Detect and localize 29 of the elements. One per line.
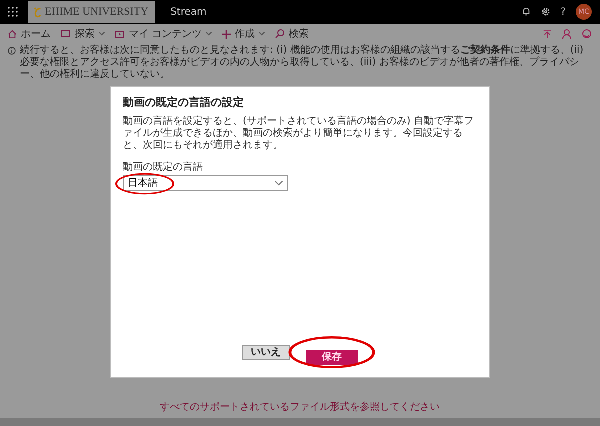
dialog-title: 動画の既定の言語の設定 (123, 95, 245, 110)
annotation-circle (115, 173, 175, 195)
notice-text: 続行すると、お客様は次に同意したものと見なされます: (i) 機能の使用はお客様の組織の該当するご契約条件に準拠する、(ii) 必要な権限とアクセス許可をお客様がビデオの内の人物から取得している、(iii) お客様のビデオが他者の著作権、プライバシー、他の権利に違反していない。 (20, 45, 585, 81)
nav-item[interactable]: マイ コンテンツ (115, 27, 212, 41)
language-dropdown[interactable]: 日本語 (123, 175, 288, 191)
upload-icon[interactable] (543, 29, 552, 39)
field-label: 動画の既定の言語 (123, 160, 204, 174)
app-name: Stream (170, 6, 207, 18)
settings-icon[interactable] (540, 7, 551, 17)
home-icon (8, 30, 17, 38)
search-icon (275, 29, 286, 39)
file-formats-link[interactable]: すべてのサポートされているファイル形式を参照してください (160, 400, 440, 414)
video-icon (115, 30, 125, 38)
nav-item[interactable]: 探索 (61, 27, 105, 41)
nav-item[interactable]: 作成 (222, 27, 266, 41)
info-icon (8, 47, 16, 55)
help-icon[interactable]: ? (560, 6, 566, 18)
university-logo[interactable]: EHIME UNIVERSITY (28, 1, 155, 23)
dialog-description: 動画の言語を設定すると、(サポートされている言語の場合のみ) 自動で字幕ファイルが生成できるほか、動画の検索がより簡単になります。今回設定すると、次回にもそれが適用されます。 (123, 116, 475, 152)
person-icon[interactable] (562, 29, 572, 39)
bell-icon[interactable] (522, 7, 531, 17)
save-button[interactable]: 保存 (306, 350, 358, 365)
chevron-icon (275, 180, 283, 186)
plus-icon (222, 30, 232, 38)
app-launcher-icon[interactable] (8, 7, 18, 17)
nav-item[interactable]: 検索 (275, 27, 310, 41)
nav-item[interactable]: ホーム (8, 27, 51, 41)
cancel-button[interactable]: いいえ (242, 345, 290, 360)
smiley-icon[interactable] (582, 29, 592, 39)
